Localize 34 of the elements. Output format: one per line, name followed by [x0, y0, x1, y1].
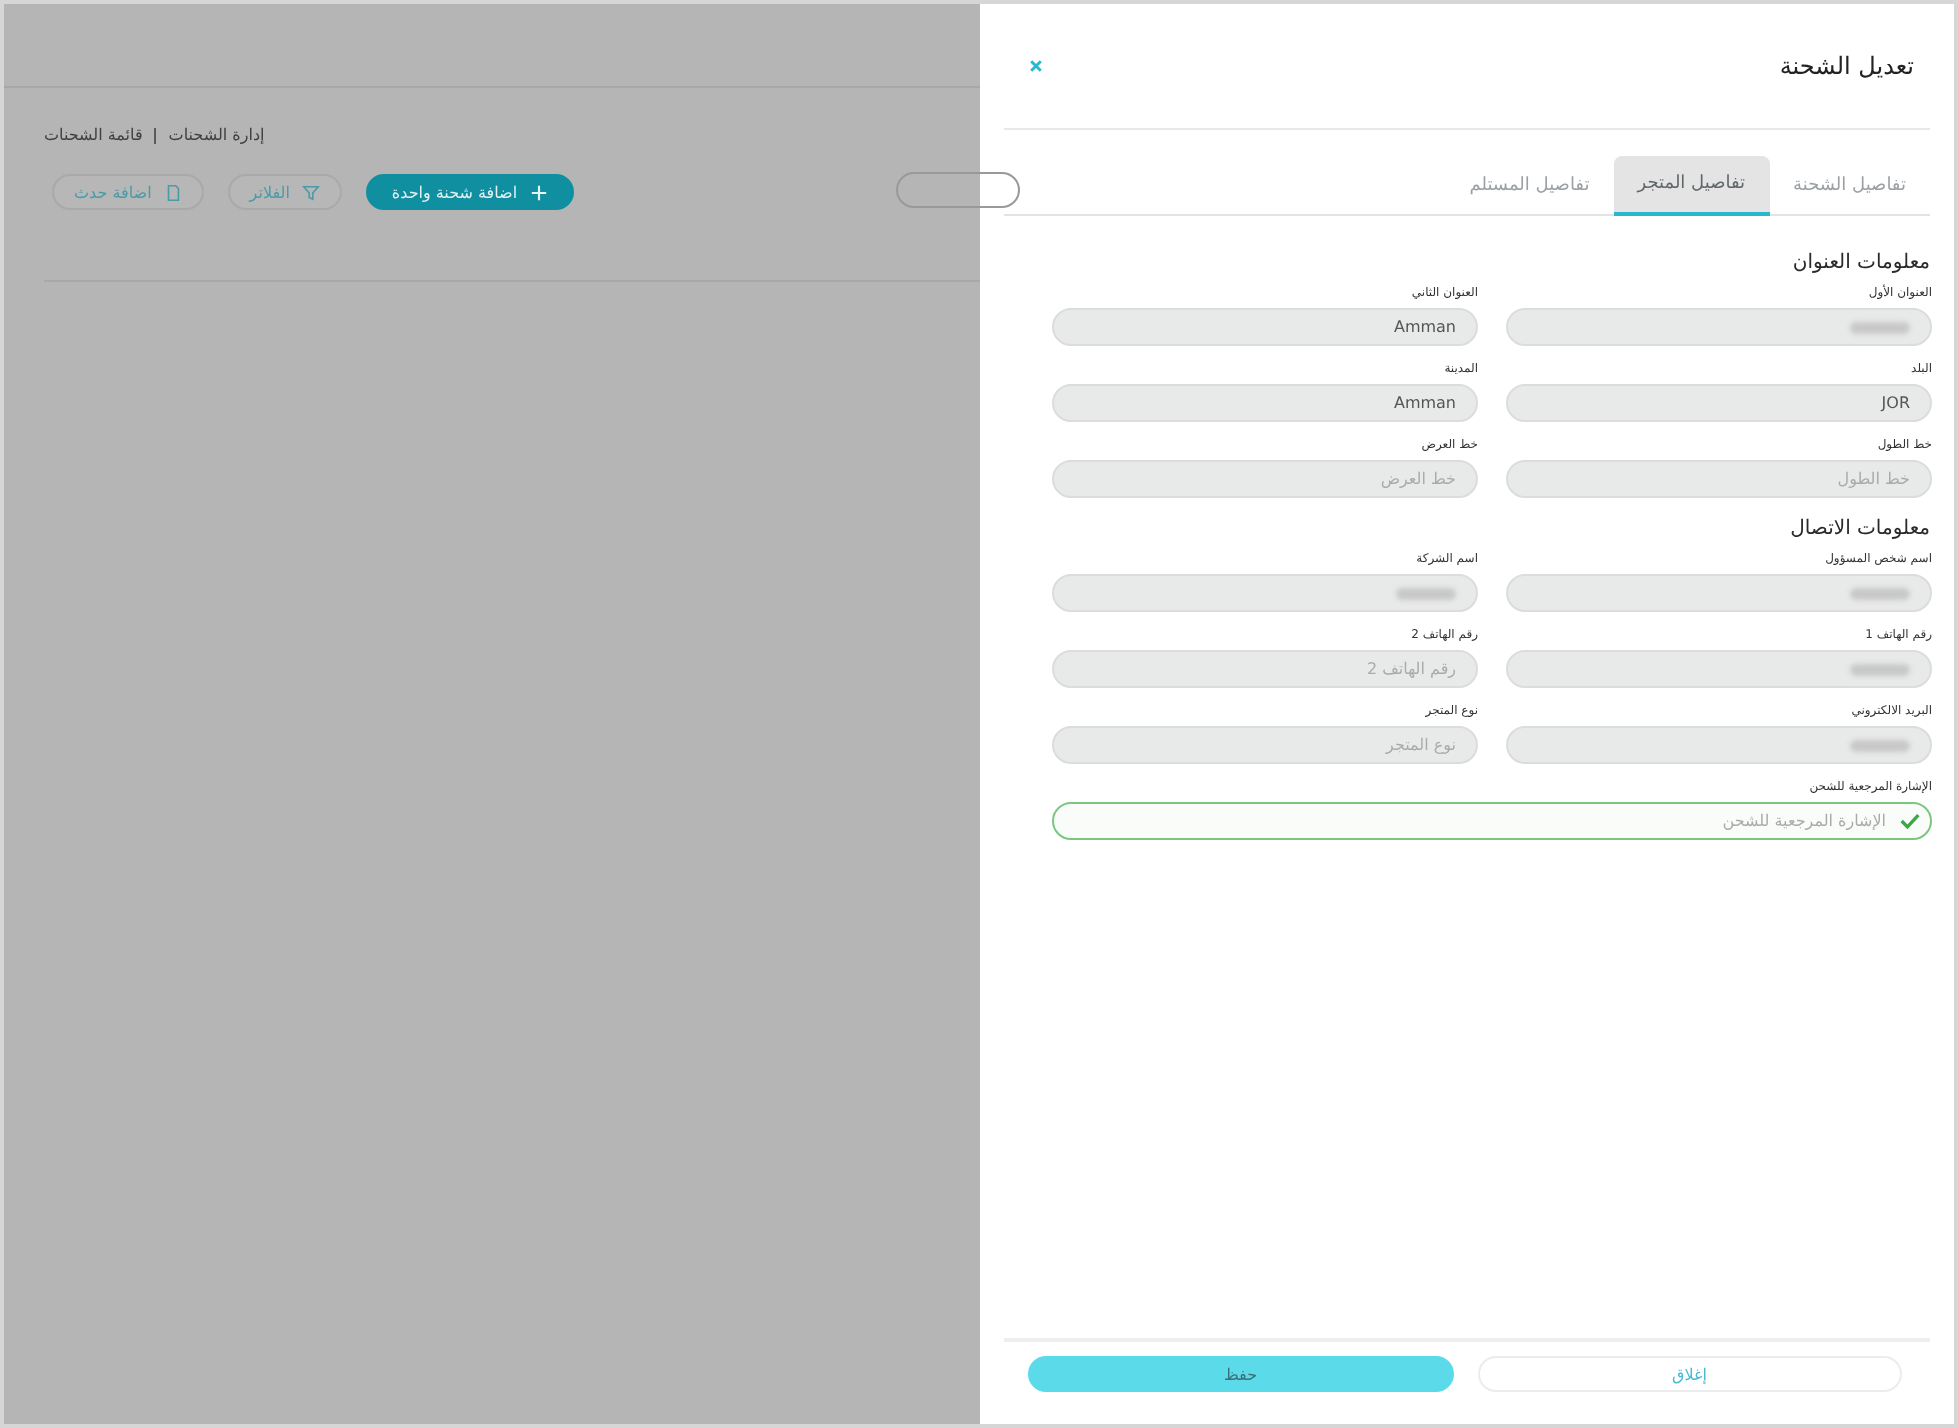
input-field[interactable]: [1506, 574, 1932, 612]
document-icon: [163, 183, 182, 201]
toolbar-button[interactable]: اضافة شحنة واحدة: [365, 174, 574, 210]
blurred-value: [1850, 739, 1910, 751]
input-field[interactable]: رقم الهاتف 2: [1052, 650, 1478, 688]
close-icon[interactable]: [1028, 58, 1044, 74]
input-field[interactable]: الإشارة المرجعية للشحن: [1052, 802, 1932, 840]
input-field[interactable]: [1506, 308, 1932, 346]
tab[interactable]: تفاصيل المستلم: [1445, 156, 1614, 216]
footer-button[interactable]: إغلاق: [1477, 1356, 1902, 1392]
breadcrumb-item[interactable]: قائمة الشحنات: [44, 126, 143, 144]
check-icon: [1900, 812, 1920, 830]
blurred-value: [1850, 663, 1910, 675]
input-field[interactable]: Amman: [1052, 308, 1478, 346]
tab[interactable]: تفاصيل المتجر: [1613, 156, 1770, 216]
drawer-title: تعديل الشحنة: [1779, 52, 1914, 80]
blurred-value: [1850, 321, 1910, 333]
input-field[interactable]: [1506, 650, 1932, 688]
blurred-value: [1396, 587, 1456, 599]
footer-button[interactable]: حفظ: [1028, 1356, 1453, 1392]
section-title: معلومات الاتصال: [1788, 518, 1930, 540]
breadcrumb-item[interactable]: إدارة الشحنات: [168, 126, 265, 144]
input-field[interactable]: [1506, 726, 1932, 764]
filter-icon: [301, 183, 320, 201]
input-field[interactable]: خط الطول: [1506, 460, 1932, 498]
input-field[interactable]: Amman: [1052, 384, 1478, 422]
plus-icon: [529, 183, 548, 201]
input-field[interactable]: [1052, 574, 1478, 612]
section-title: معلومات العنوان: [1790, 252, 1930, 274]
blurred-value: [1850, 587, 1910, 599]
tab[interactable]: تفاصيل الشحنة: [1769, 156, 1930, 216]
input-field[interactable]: خط العرض: [1052, 460, 1478, 498]
input-field[interactable]: JOR: [1506, 384, 1932, 422]
input-field[interactable]: نوع المتجر: [1052, 726, 1478, 764]
